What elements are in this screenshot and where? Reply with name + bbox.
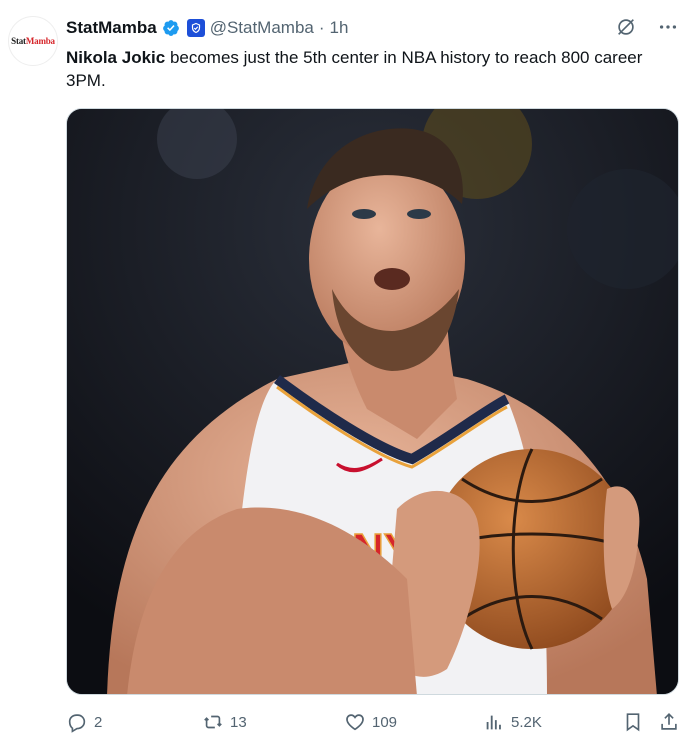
top-actions xyxy=(615,16,679,38)
repost-icon xyxy=(204,715,222,729)
avatar-logo-text: StatMamba xyxy=(11,36,55,46)
reply-button[interactable]: 2 xyxy=(66,711,102,733)
tweet-header: StatMamba @StatMamba · 1h xyxy=(66,18,348,38)
like-count: 109 xyxy=(372,713,398,731)
author-handle[interactable]: @StatMamba xyxy=(210,18,314,38)
player-photo: NY xyxy=(67,109,678,694)
tweet-card[interactable]: StatMamba StatMamba @StatMamba · 1h Niko… xyxy=(0,0,693,744)
author-name[interactable]: StatMamba xyxy=(66,18,157,38)
reply-count: 2 xyxy=(94,713,103,731)
grok-icon[interactable] xyxy=(615,16,637,38)
repost-button[interactable]: 13 xyxy=(202,711,247,733)
like-button[interactable]: 109 xyxy=(344,711,397,733)
reply-icon xyxy=(68,714,86,733)
views-icon xyxy=(486,715,501,730)
bookmark-icon xyxy=(626,713,640,732)
repost-count: 13 xyxy=(230,713,247,731)
views-button[interactable]: 5.2K xyxy=(483,711,542,733)
verified-badge-icon xyxy=(162,20,179,36)
bookmark-button[interactable] xyxy=(622,711,644,733)
tweet-text-bold: Nikola Jokic xyxy=(66,48,166,67)
timestamp[interactable]: 1h xyxy=(330,18,349,38)
views-count: 5.2K xyxy=(511,713,542,731)
action-bar: 2 13 109 5.2K xyxy=(66,708,679,738)
share-button[interactable] xyxy=(658,711,680,733)
tweet-text: Nikola Jokic becomes just the 5th center… xyxy=(66,46,666,92)
tweet-media-image[interactable]: NY xyxy=(66,108,679,695)
affiliate-badge-icon[interactable] xyxy=(186,19,205,37)
more-options-icon[interactable] xyxy=(657,16,679,38)
heart-icon xyxy=(346,714,364,731)
separator-dot: · xyxy=(318,18,325,37)
avatar[interactable]: StatMamba xyxy=(8,16,58,66)
share-icon xyxy=(661,713,677,730)
